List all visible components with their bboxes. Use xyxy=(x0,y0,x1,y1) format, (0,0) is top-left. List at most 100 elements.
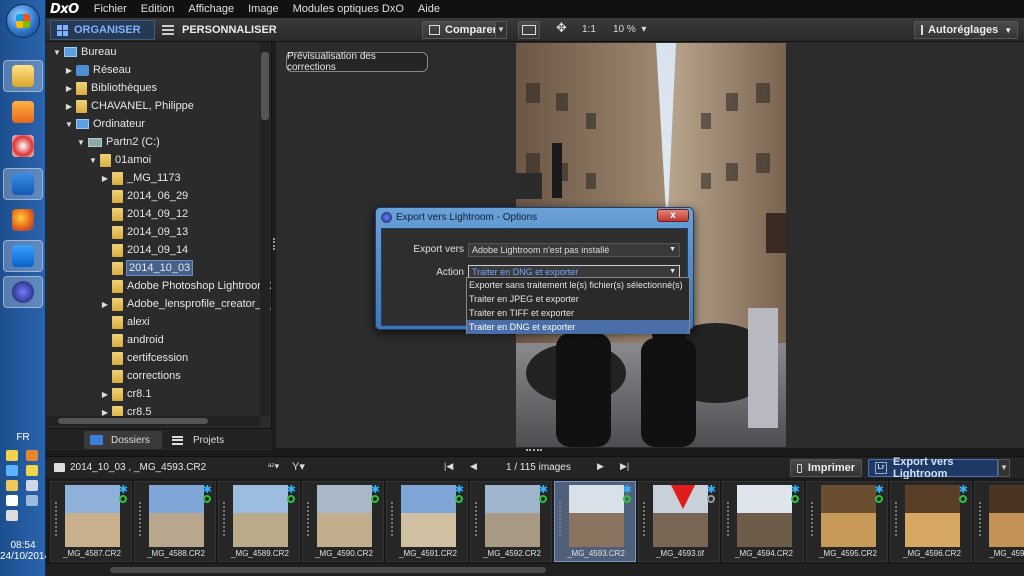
splitter-grip[interactable] xyxy=(273,238,275,250)
export-dropdown[interactable]: ▼ xyxy=(998,459,1010,477)
preview-corrections-button[interactable]: Prévisualisation des corrections xyxy=(286,51,428,73)
menu-image[interactable]: Image xyxy=(241,3,286,15)
tree-item[interactable]: ▼ Bureau xyxy=(52,43,116,61)
tree-item[interactable]: 2014_10_03 xyxy=(100,259,194,277)
start-button[interactable] xyxy=(6,4,40,38)
clock[interactable]: 08:54 24/10/2014 xyxy=(0,540,50,562)
tree-item[interactable]: 2014_09_12 xyxy=(100,205,188,223)
filmstrip-scrollbar[interactable] xyxy=(46,564,1024,576)
collapsed-arrow-icon[interactable]: ▶ xyxy=(100,300,110,309)
option-traiter-dng[interactable]: Traiter en DNG et exporter xyxy=(467,320,689,334)
option-exporter-sans-traitement[interactable]: Exporter sans traitement le(s) fichier(s… xyxy=(467,278,689,292)
collapsed-arrow-icon[interactable]: ▶ xyxy=(100,390,110,399)
outlook-taskbar-button[interactable] xyxy=(3,168,43,200)
tray-icon[interactable] xyxy=(26,480,38,491)
dxo-taskbar-button[interactable] xyxy=(3,276,43,308)
tray-icon[interactable] xyxy=(26,450,38,461)
menu-edition[interactable]: Edition xyxy=(134,3,182,15)
paint-taskbar-button[interactable] xyxy=(3,130,43,162)
tree-item[interactable]: ▶ cr8.1 xyxy=(100,385,151,403)
filmstrip-thumbnail[interactable]: _MG_4596-Mo xyxy=(974,481,1024,562)
tab-dossiers[interactable]: Dossiers xyxy=(84,431,162,449)
tree-item[interactable]: 2014_06_29 xyxy=(100,187,188,205)
flag-tray-icon[interactable] xyxy=(6,495,18,506)
drag-handle[interactable] xyxy=(223,502,225,536)
filter-icon[interactable]: Y▾ xyxy=(292,460,305,473)
collapsed-arrow-icon[interactable]: ▶ xyxy=(64,84,74,93)
export-vers-select[interactable]: Adobe Lightroom n'est pas installé ▼ xyxy=(468,243,680,257)
tree-item[interactable]: ▶ _MG_1173 xyxy=(100,169,181,187)
tree-item[interactable]: ▶ Adobe_lensprofile_creator_1_0_4_ xyxy=(100,295,271,313)
compare-dropdown[interactable]: ▼ xyxy=(495,21,507,39)
scrollbar-thumb[interactable] xyxy=(110,567,546,573)
menu-affichage[interactable]: Affichage xyxy=(181,3,241,15)
filmstrip-thumbnail[interactable]: ✱ _MG_4589.CR2 xyxy=(218,481,300,562)
network-tray-icon[interactable] xyxy=(26,495,38,506)
volume-tray-icon[interactable] xyxy=(6,510,18,521)
tree-item[interactable]: ▶ CHAVANEL, Philippe xyxy=(64,97,194,115)
print-button[interactable]: Imprimer xyxy=(790,459,862,477)
expanded-arrow-icon[interactable]: ▼ xyxy=(64,120,74,129)
previous-image-button[interactable]: ◀ xyxy=(470,461,477,472)
drag-handle[interactable] xyxy=(811,502,813,536)
viewer-resize-grip[interactable] xyxy=(526,449,542,453)
tree-item[interactable]: android xyxy=(100,331,164,349)
tab-personnaliser[interactable]: PERSONNALISER xyxy=(158,20,278,40)
compare-button[interactable]: Comparer xyxy=(422,21,506,39)
tree-item[interactable]: corrections xyxy=(100,367,181,385)
option-traiter-jpeg[interactable]: Traiter en JPEG et exporter xyxy=(467,292,689,306)
filmstrip-thumbnail[interactable]: ✱ _MG_4592.CR2 xyxy=(470,481,552,562)
drag-handle[interactable] xyxy=(307,502,309,536)
drag-handle[interactable] xyxy=(979,502,981,536)
filmstrip-thumbnail[interactable]: ✱ _MG_4593.tif xyxy=(638,481,720,562)
tree-item[interactable]: ▼ Partn2 (C:) xyxy=(76,133,160,151)
lync-taskbar-button[interactable] xyxy=(3,240,43,272)
scrollbar-thumb[interactable] xyxy=(261,52,269,120)
firefox-taskbar-button[interactable] xyxy=(3,204,43,236)
expanded-arrow-icon[interactable]: ▼ xyxy=(52,48,62,57)
expanded-arrow-icon[interactable]: ▼ xyxy=(76,138,86,147)
expanded-arrow-icon[interactable]: ▼ xyxy=(88,156,98,165)
tray-icon[interactable] xyxy=(26,465,38,476)
drag-handle[interactable] xyxy=(559,502,561,536)
drag-handle[interactable] xyxy=(643,502,645,536)
drag-handle[interactable] xyxy=(475,502,477,536)
last-image-button[interactable]: ▶| xyxy=(620,461,629,472)
tree-item[interactable]: 2014_09_13 xyxy=(100,223,188,241)
move-icon[interactable]: ✥ xyxy=(556,20,567,36)
tree-item[interactable]: ▶ Bibliothèques xyxy=(64,79,157,97)
media-player-taskbar-button[interactable] xyxy=(3,96,43,128)
sort-button[interactable]: ᵃᶻ▾ xyxy=(268,461,279,472)
explorer-taskbar-button[interactable] xyxy=(3,60,43,92)
tab-organiser[interactable]: ORGANISER xyxy=(50,20,155,40)
tab-projets[interactable]: Projets xyxy=(166,431,246,449)
menu-fichier[interactable]: Fichier xyxy=(87,3,134,15)
close-button[interactable]: x xyxy=(657,209,689,222)
tray-icon[interactable] xyxy=(6,450,18,461)
filmstrip-thumbnail[interactable]: ✱ _MG_4591.CR2 xyxy=(386,481,468,562)
autoreglages-button[interactable]: Autoréglages ▼ xyxy=(914,21,1018,39)
folder-tree-horizontal-scrollbar[interactable] xyxy=(46,416,260,426)
first-image-button[interactable]: |◀ xyxy=(444,461,453,472)
folder-tree-vertical-scrollbar[interactable] xyxy=(260,42,270,416)
collapsed-arrow-icon[interactable]: ▶ xyxy=(64,102,74,111)
tree-item[interactable]: 2014_09_14 xyxy=(100,241,188,259)
filmstrip-thumbnail[interactable]: ✱ _MG_4590.CR2 xyxy=(302,481,384,562)
zoom-level-select[interactable]: 10 % ▾ xyxy=(613,22,646,38)
option-traiter-tiff[interactable]: Traiter en TIFF et exporter xyxy=(467,306,689,320)
menu-aide[interactable]: Aide xyxy=(411,3,447,15)
filmstrip-thumbnail[interactable]: ✱ _MG_4593.CR2 xyxy=(554,481,636,562)
tray-icon[interactable] xyxy=(6,465,18,476)
menu-modules-optiques[interactable]: Modules optiques DxO xyxy=(286,3,411,15)
zoom-1to1-button[interactable]: 1:1 xyxy=(582,22,596,38)
collapsed-arrow-icon[interactable]: ▶ xyxy=(64,66,74,75)
drag-handle[interactable] xyxy=(391,502,393,536)
filmstrip-thumbnail[interactable]: ✱ _MG_4587.CR2 xyxy=(50,481,132,562)
tree-item[interactable]: certifcession xyxy=(100,349,188,367)
tree-item[interactable]: ▶ Réseau xyxy=(64,61,131,79)
tree-item[interactable]: ▼ Ordinateur xyxy=(64,115,145,133)
next-image-button[interactable]: ▶ xyxy=(597,461,604,472)
language-indicator[interactable]: FR xyxy=(0,432,46,443)
drag-handle[interactable] xyxy=(727,502,729,536)
collapsed-arrow-icon[interactable]: ▶ xyxy=(100,174,110,183)
